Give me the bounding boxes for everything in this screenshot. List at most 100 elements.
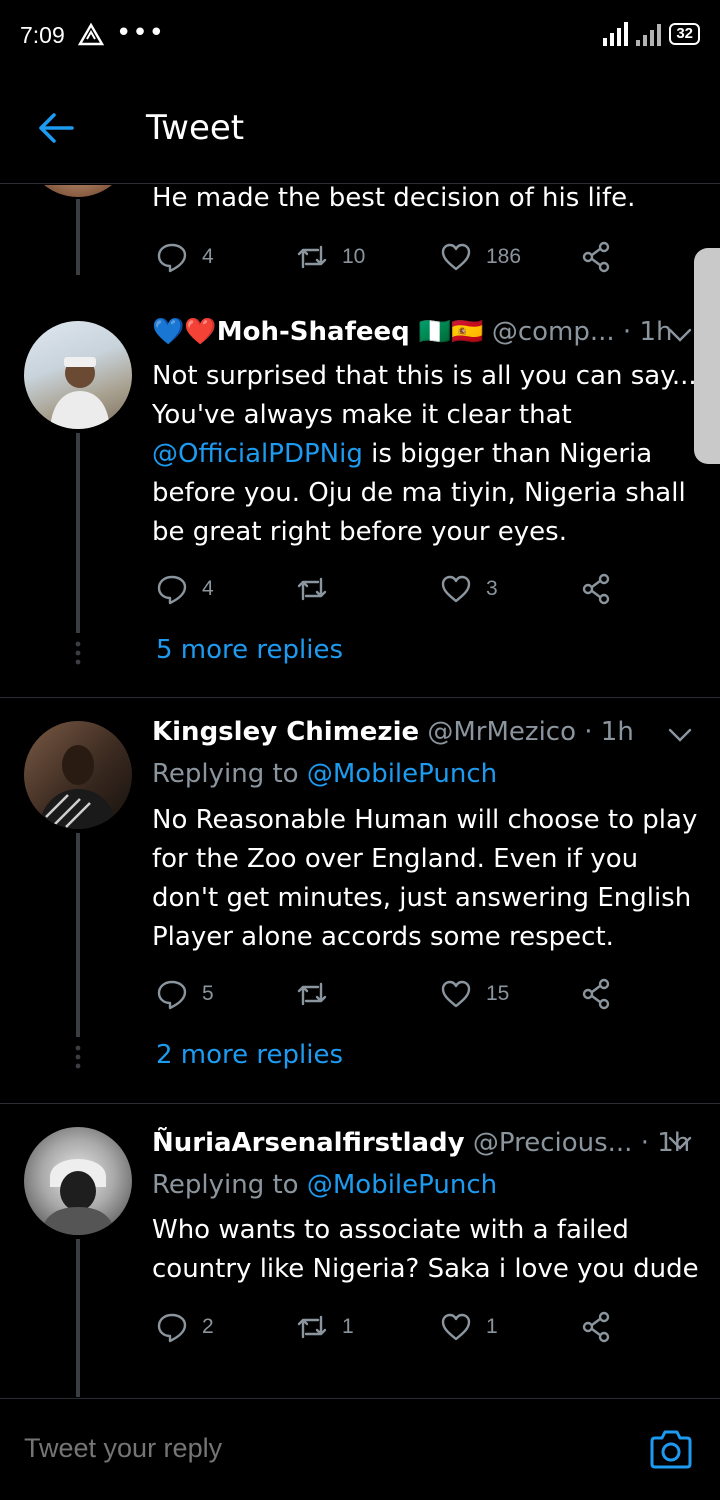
share-icon <box>582 1311 610 1343</box>
reply-count: 5 <box>202 982 214 1005</box>
like-count: 186 <box>486 245 522 268</box>
tweet-actions: 4 3 <box>156 571 626 607</box>
divider <box>0 697 720 698</box>
replying-to: Replying to @MobilePunch <box>152 759 497 789</box>
like-count: 3 <box>486 577 498 600</box>
thread-dots-icon <box>75 1045 81 1069</box>
like-button[interactable]: 1 <box>440 1309 498 1345</box>
replying-to-link[interactable]: @MobilePunch <box>307 1170 497 1200</box>
heart-icon <box>441 243 471 271</box>
retweet-button[interactable]: 10 <box>296 239 365 275</box>
reply-icon <box>157 1313 187 1343</box>
retweet-icon <box>297 245 327 269</box>
share-button[interactable] <box>580 1309 612 1345</box>
display-name[interactable]: Kingsley Chimezie <box>152 717 419 747</box>
avatar[interactable] <box>24 721 132 829</box>
reply-count: 4 <box>202 577 214 600</box>
thread-line <box>76 1239 80 1397</box>
page-title: Tweet <box>146 108 245 148</box>
handle[interactable]: @MrMezico <box>427 717 576 747</box>
more-replies-link[interactable]: 5 more replies <box>156 635 343 665</box>
share-button[interactable] <box>580 239 612 275</box>
like-count: 1 <box>486 1315 498 1338</box>
alert-triangle-icon <box>78 22 104 46</box>
handle[interactable]: @Precious... <box>473 1128 633 1158</box>
retweet-icon <box>297 982 327 1006</box>
chevron-down-icon[interactable] <box>668 1131 692 1155</box>
status-time: 7:09 <box>20 22 65 48</box>
thread-line <box>76 833 80 1037</box>
divider <box>0 1103 720 1104</box>
replying-label: Replying to <box>152 1170 307 1200</box>
retweet-button[interactable] <box>296 571 342 607</box>
timestamp: · 1h <box>622 317 673 347</box>
like-button[interactable]: 3 <box>440 571 498 607</box>
back-arrow-icon[interactable] <box>36 110 76 146</box>
like-count: 15 <box>486 982 510 1005</box>
more-replies-link[interactable]: 2 more replies <box>156 1040 343 1070</box>
retweet-count: 10 <box>342 245 366 268</box>
reply-button[interactable]: 5 <box>156 976 214 1012</box>
reply-button[interactable]: 4 <box>156 239 214 275</box>
tweet-actions: 4 10 186 <box>156 239 626 275</box>
avatar[interactable] <box>24 321 132 429</box>
tweet-text: Not surprised that this is all you can s… <box>152 357 702 552</box>
status-bar: 7:09 ••• 32 <box>0 0 720 72</box>
share-icon <box>582 241 610 273</box>
display-name[interactable]: ÑuriaArsenalfirstlady <box>152 1128 465 1158</box>
reply-button[interactable]: 4 <box>156 571 214 607</box>
avatar[interactable] <box>24 1127 132 1235</box>
tweet-header: 💙❤️Moh-Shafeeq 🇳🇬🇪🇸 @comp... · 1h <box>152 317 702 347</box>
retweet-button[interactable]: 1 <box>296 1309 354 1345</box>
reply-bar <box>0 1398 720 1500</box>
thread-line <box>76 433 80 633</box>
tweet-actions: 2 1 1 <box>156 1309 626 1345</box>
reply-icon <box>157 575 187 605</box>
reply-input[interactable] <box>24 1433 378 1464</box>
avatar[interactable] <box>24 185 132 197</box>
replying-to: Replying to @MobilePunch <box>152 1170 497 1200</box>
reply-icon <box>157 243 187 273</box>
replies-feed[interactable]: He made the best decision of his life. 4… <box>0 185 720 1397</box>
heart-icon <box>441 575 471 603</box>
like-button[interactable]: 15 <box>440 976 509 1012</box>
notification-dots: ••• <box>116 18 166 48</box>
reply-button[interactable]: 2 <box>156 1309 214 1345</box>
reply-count: 4 <box>202 245 214 268</box>
mention-link[interactable]: @OfficialPDPNig <box>152 439 363 469</box>
timestamp: · 1h <box>584 717 634 747</box>
top-bar: Tweet <box>0 72 720 184</box>
tweet-text-part: Not surprised that this is all you can s… <box>152 361 697 430</box>
thread-line <box>76 199 80 275</box>
tweet-text: No Reasonable Human will choose to play … <box>152 805 698 952</box>
chevron-down-icon[interactable] <box>668 323 692 347</box>
retweet-count: 1 <box>342 1315 354 1338</box>
share-icon <box>582 573 610 605</box>
tweet-text: Who wants to associate with a failed cou… <box>152 1215 699 1284</box>
chevron-down-icon[interactable] <box>668 723 692 747</box>
replying-to-link[interactable]: @MobilePunch <box>307 759 497 789</box>
scroll-handle[interactable] <box>694 248 720 464</box>
signal-icon <box>603 22 629 46</box>
tweet-header: ÑuriaArsenalfirstlady @Precious... · 1h <box>152 1128 702 1158</box>
retweet-icon <box>297 1315 327 1339</box>
battery-icon: 32 <box>669 23 700 45</box>
reply-icon <box>157 980 187 1010</box>
tweet-header: Kingsley Chimezie @MrMezico · 1h <box>152 717 702 747</box>
tweet-actions: 5 15 <box>156 976 626 1012</box>
replying-label: Replying to <box>152 759 307 789</box>
signal-2-icon <box>636 22 662 46</box>
retweet-icon <box>297 577 327 601</box>
retweet-button[interactable] <box>296 976 342 1012</box>
tweet-text: He made the best decision of his life. <box>152 185 636 213</box>
share-button[interactable] <box>580 571 612 607</box>
display-name[interactable]: 💙❤️Moh-Shafeeq 🇳🇬🇪🇸 <box>152 317 484 347</box>
share-button[interactable] <box>580 976 612 1012</box>
heart-icon <box>441 980 471 1008</box>
thread-dots-icon <box>75 641 81 665</box>
handle[interactable]: @comp... <box>492 317 615 347</box>
camera-icon[interactable] <box>648 1427 694 1473</box>
reply-count: 2 <box>202 1315 214 1338</box>
like-button[interactable]: 186 <box>440 239 521 275</box>
share-icon <box>582 978 610 1010</box>
